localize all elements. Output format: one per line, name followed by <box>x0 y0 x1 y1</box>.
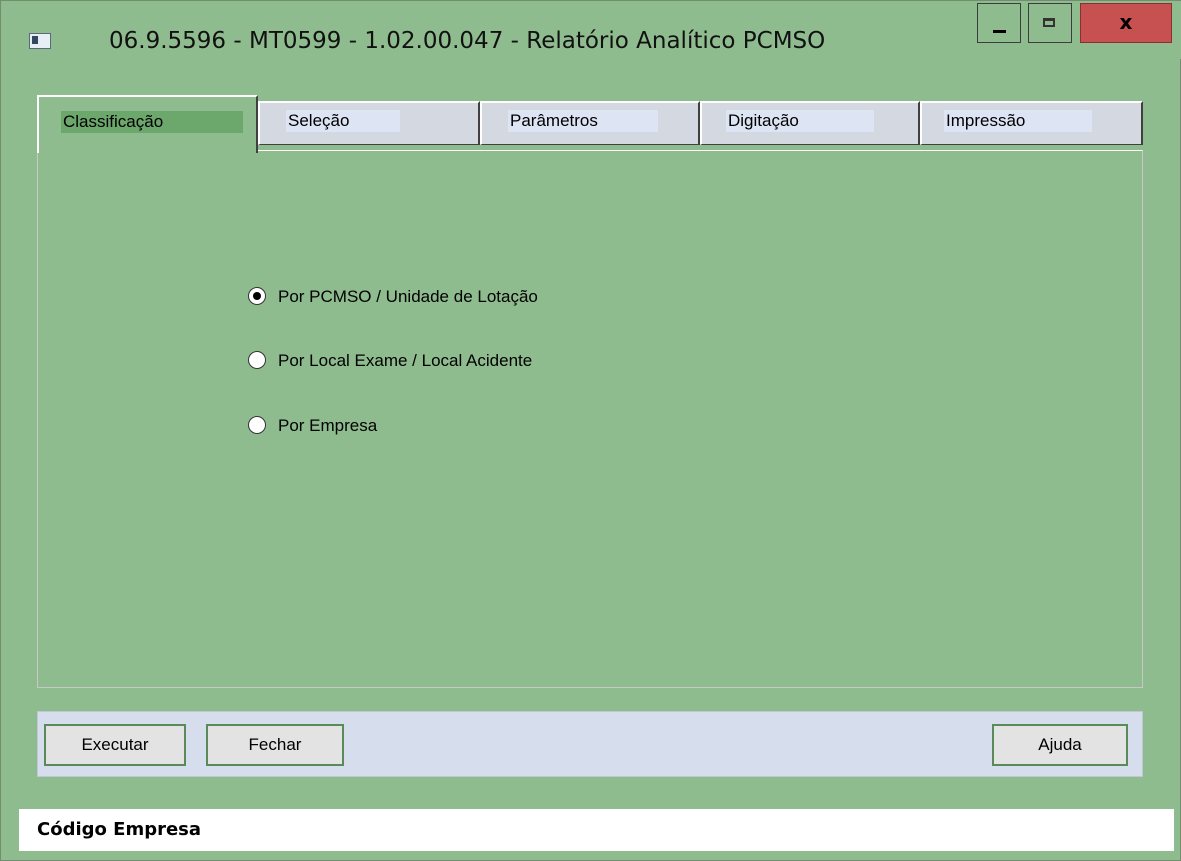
close-window-button[interactable]: x <box>1080 3 1172 43</box>
minimize-button[interactable] <box>977 3 1021 43</box>
tab-strip: Classificação Seleção Parâmetros Digitaç… <box>37 95 1143 153</box>
ajuda-button[interactable]: Ajuda <box>992 724 1128 766</box>
radio-unchecked-icon[interactable] <box>248 351 266 369</box>
button-bar: Executar Fechar Ajuda <box>37 711 1143 777</box>
radio-checked-icon[interactable] <box>248 287 266 305</box>
radio-label: Por Local Exame / Local Acidente <box>278 351 533 370</box>
tab-label: Impressão <box>944 110 1092 132</box>
tab-label: Parâmetros <box>508 110 658 132</box>
title-bar: 06.9.5596 - MT0599 - 1.02.00.047 - Relat… <box>1 1 1181 59</box>
tab-parametros[interactable]: Parâmetros <box>480 101 700 145</box>
tab-label: Digitação <box>726 110 874 132</box>
tab-label: Classificação <box>61 111 243 133</box>
radio-unchecked-icon[interactable] <box>248 416 266 434</box>
tab-digitacao[interactable]: Digitação <box>700 101 920 145</box>
window-title: 06.9.5596 - MT0599 - 1.02.00.047 - Relat… <box>109 28 826 54</box>
main-window: 06.9.5596 - MT0599 - 1.02.00.047 - Relat… <box>0 0 1181 861</box>
tab-selecao[interactable]: Seleção <box>258 101 480 145</box>
tab-classificacao[interactable]: Classificação <box>37 95 258 153</box>
maximize-button[interactable] <box>1028 3 1072 43</box>
radio-label: Por Empresa <box>278 416 378 435</box>
status-bar: Código Empresa <box>19 809 1174 851</box>
tab-label: Seleção <box>286 110 400 132</box>
app-icon[interactable] <box>29 33 51 49</box>
radio-label: Por PCMSO / Unidade de Lotação <box>278 287 538 306</box>
classificacao-panel: Por PCMSO / Unidade de Lotação Por Local… <box>37 150 1143 688</box>
fechar-button[interactable]: Fechar <box>206 724 344 766</box>
tab-impressao[interactable]: Impressão <box>920 101 1143 145</box>
executar-button[interactable]: Executar <box>44 724 186 766</box>
